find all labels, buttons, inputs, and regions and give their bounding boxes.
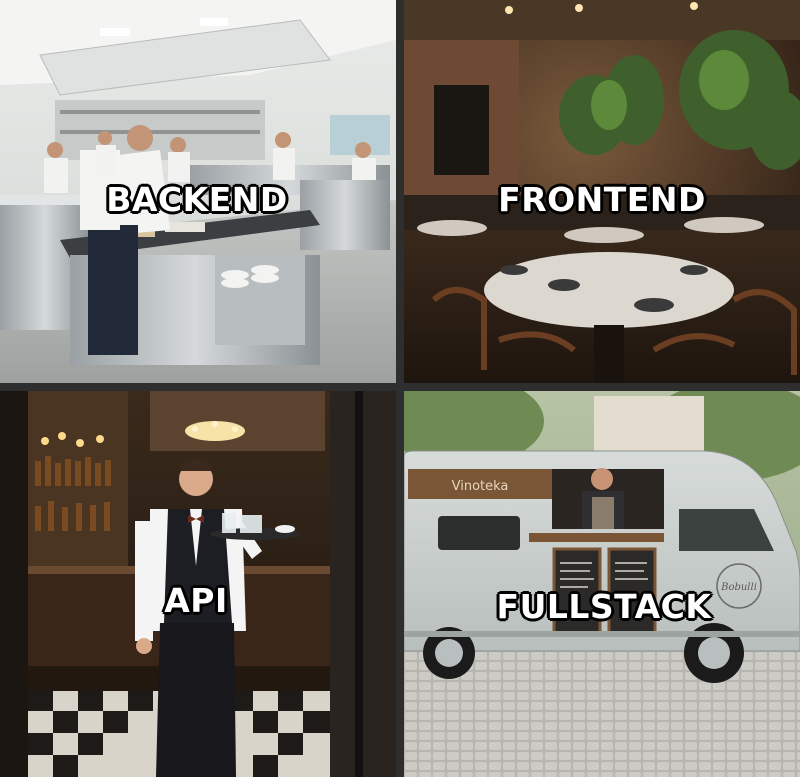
backend-panel: BACKEND — [0, 0, 396, 383]
backend-caption: BACKEND — [106, 180, 288, 219]
truck-logo: Bobulli — [720, 582, 757, 593]
truck-sign: Vinoteka — [452, 479, 509, 494]
meme-grid: BACKEND FRONTEND API Vinoteka Bobulli FU… — [0, 0, 800, 777]
fullstack-caption: FULLSTACK — [496, 587, 712, 626]
api-panel: API — [0, 391, 396, 777]
frontend-caption: FRONTEND — [498, 180, 706, 219]
fullstack-panel: Vinoteka Bobulli FULLSTACK — [404, 391, 800, 777]
food-truck-scene: Vinoteka Bobulli — [404, 391, 800, 777]
frontend-panel: FRONTEND — [404, 0, 800, 383]
api-caption: API — [164, 581, 228, 620]
